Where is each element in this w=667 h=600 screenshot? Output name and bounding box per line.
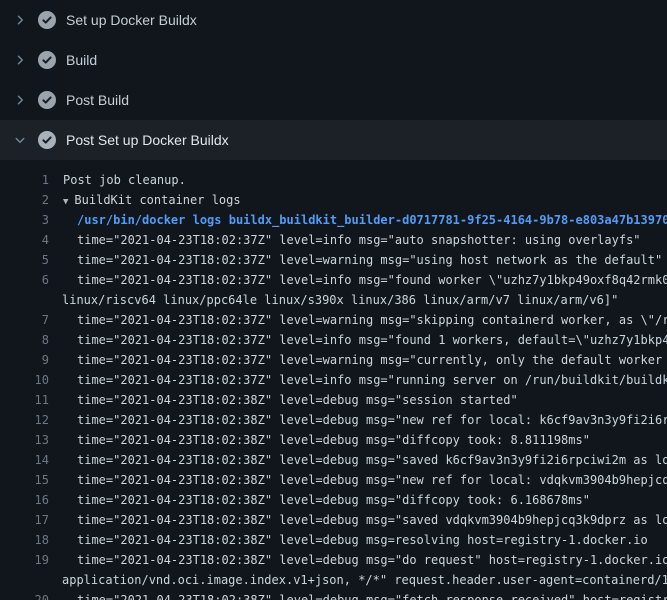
line-number: 15 (0, 470, 49, 490)
log-text: time="2021-04-23T18:02:38Z" level=debug … (49, 490, 667, 510)
log-text: linux/riscv64 linux/ppc64le linux/s390x … (49, 290, 667, 310)
log-text: application/vnd.oci.image.index.v1+json,… (49, 570, 667, 590)
log-text: time="2021-04-23T18:02:38Z" level=debug … (49, 590, 667, 600)
chevron-down-icon[interactable] (14, 134, 26, 146)
step-post-build[interactable]: Post Build (0, 80, 667, 120)
group-title: BuildKit container logs (74, 193, 240, 207)
log-line: 1 Post job cleanup. (0, 170, 667, 190)
log-line: 15 time="2021-04-23T18:02:38Z" level=deb… (0, 470, 667, 490)
line-number: 9 (0, 350, 49, 370)
step-label: Build (66, 52, 97, 68)
line-number: 2 (0, 190, 49, 210)
log-line: 11 time="2021-04-23T18:02:38Z" level=deb… (0, 390, 667, 410)
log-text: time="2021-04-23T18:02:37Z" level=warnin… (49, 250, 667, 270)
line-number: 20 (0, 590, 49, 600)
log-text: time="2021-04-23T18:02:38Z" level=debug … (49, 450, 667, 470)
log-line: 17 time="2021-04-23T18:02:38Z" level=deb… (0, 510, 667, 530)
line-number: 12 (0, 410, 49, 430)
line-number: 4 (0, 230, 49, 250)
log-line: 6 time="2021-04-23T18:02:37Z" level=info… (0, 270, 667, 290)
log-line: 3 /usr/bin/docker logs buildx_buildkit_b… (0, 210, 667, 230)
log-line-wrap: application/vnd.oci.image.index.v1+json,… (0, 570, 667, 590)
check-circle-icon (38, 51, 56, 69)
line-number: 13 (0, 430, 49, 450)
line-number: 1 (0, 170, 49, 190)
chevron-right-icon[interactable] (14, 54, 26, 66)
log-text: time="2021-04-23T18:02:38Z" level=debug … (49, 510, 667, 530)
line-number: 8 (0, 330, 49, 350)
log-line: 14 time="2021-04-23T18:02:38Z" level=deb… (0, 450, 667, 470)
log-line: 9 time="2021-04-23T18:02:37Z" level=warn… (0, 350, 667, 370)
log-group-header[interactable]: 2 ▼ BuildKit container logs (0, 190, 667, 210)
log-text: time="2021-04-23T18:02:38Z" level=debug … (49, 550, 667, 570)
line-number: 5 (0, 250, 49, 270)
step-post-setup-docker-buildx[interactable]: Post Set up Docker Buildx (0, 120, 667, 160)
log-line: 5 time="2021-04-23T18:02:37Z" level=warn… (0, 250, 667, 270)
line-number: 10 (0, 370, 49, 390)
log-text: time="2021-04-23T18:02:37Z" level=info m… (49, 270, 667, 290)
log-text: time="2021-04-23T18:02:37Z" level=info m… (49, 230, 667, 250)
chevron-right-icon[interactable] (14, 94, 26, 106)
log-text: time="2021-04-23T18:02:38Z" level=debug … (49, 410, 667, 430)
log-line: 13 time="2021-04-23T18:02:38Z" level=deb… (0, 430, 667, 450)
check-circle-icon (38, 131, 56, 149)
log-line: 8 time="2021-04-23T18:02:37Z" level=info… (0, 330, 667, 350)
step-list: Set up Docker Buildx Build Post Build (0, 0, 667, 160)
log-line: 12 time="2021-04-23T18:02:38Z" level=deb… (0, 410, 667, 430)
log-text: time="2021-04-23T18:02:38Z" level=debug … (49, 430, 667, 450)
line-number: 7 (0, 310, 49, 330)
step-setup-docker-buildx[interactable]: Set up Docker Buildx (0, 0, 667, 40)
line-number (0, 570, 49, 590)
line-number: 3 (0, 210, 49, 230)
log-line: 16 time="2021-04-23T18:02:38Z" level=deb… (0, 490, 667, 510)
log-text: time="2021-04-23T18:02:38Z" level=debug … (49, 530, 667, 550)
log-output: 1 Post job cleanup. 2 ▼ BuildKit containe… (0, 160, 667, 600)
log-line-wrap: linux/riscv64 linux/ppc64le linux/s390x … (0, 290, 667, 310)
line-number: 14 (0, 450, 49, 470)
line-number: 11 (0, 390, 49, 410)
log-command-text: /usr/bin/docker logs buildx_buildkit_bui… (49, 210, 667, 230)
log-line: 18 time="2021-04-23T18:02:38Z" level=deb… (0, 530, 667, 550)
log-line: 7 time="2021-04-23T18:02:37Z" level=warn… (0, 310, 667, 330)
step-label: Set up Docker Buildx (66, 12, 197, 28)
log-line: 10 time="2021-04-23T18:02:37Z" level=inf… (0, 370, 667, 390)
log-text: Post job cleanup. (49, 170, 667, 190)
step-build[interactable]: Build (0, 40, 667, 80)
log-text: time="2021-04-23T18:02:37Z" level=info m… (49, 330, 667, 350)
line-number: 17 (0, 510, 49, 530)
log-text: time="2021-04-23T18:02:37Z" level=warnin… (49, 350, 667, 370)
line-number: 6 (0, 270, 49, 290)
log-text: time="2021-04-23T18:02:38Z" level=debug … (49, 390, 667, 410)
log-line: 4 time="2021-04-23T18:02:37Z" level=info… (0, 230, 667, 250)
step-label: Post Set up Docker Buildx (66, 132, 229, 148)
log-text: time="2021-04-23T18:02:37Z" level=warnin… (49, 310, 667, 330)
log-line: 19 time="2021-04-23T18:02:38Z" level=deb… (0, 550, 667, 570)
line-number: 18 (0, 530, 49, 550)
line-number: 16 (0, 490, 49, 510)
log-text: ▼ BuildKit container logs (49, 190, 667, 210)
step-label: Post Build (66, 92, 129, 108)
check-circle-icon (38, 11, 56, 29)
line-number (0, 290, 49, 310)
line-number: 19 (0, 550, 49, 570)
log-line: 20 time="2021-04-23T18:02:38Z" level=deb… (0, 590, 667, 600)
log-text: time="2021-04-23T18:02:37Z" level=info m… (49, 370, 667, 390)
group-collapse-icon[interactable]: ▼ (63, 197, 68, 207)
chevron-right-icon[interactable] (14, 14, 26, 26)
log-text: time="2021-04-23T18:02:38Z" level=debug … (49, 470, 667, 490)
check-circle-icon (38, 91, 56, 109)
actions-log-viewer: Set up Docker Buildx Build Post Build (0, 0, 667, 600)
